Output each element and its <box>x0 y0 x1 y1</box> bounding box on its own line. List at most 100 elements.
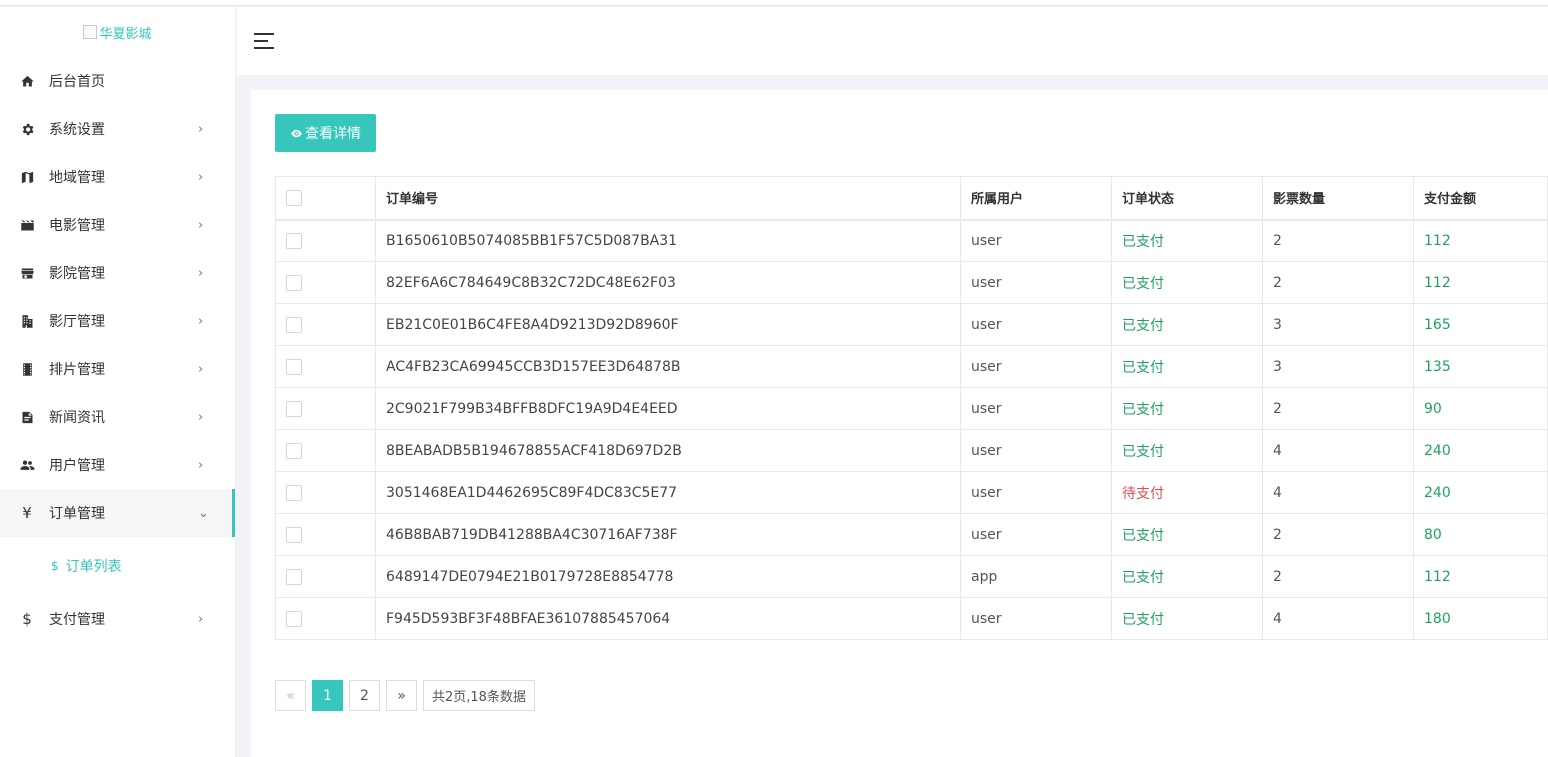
next-page-button[interactable]: » <box>386 680 417 711</box>
amount-cell: 112 <box>1413 555 1548 598</box>
status-cell: 已支付 <box>1111 345 1263 388</box>
row-checkbox[interactable] <box>286 232 302 249</box>
sidebar-item-label: 后台首页 <box>49 74 105 90</box>
table-row[interactable]: 46B8BAB719DB41288BA4C30716AF738F user 已支付 2… <box>275 513 1548 556</box>
header-status[interactable]: 订单状态 <box>1111 176 1263 221</box>
header-order-no[interactable]: 订单编号 <box>375 176 961 221</box>
sidebar-item-2[interactable]: 地域管理 › <box>0 153 235 201</box>
row-select-cell <box>275 345 376 388</box>
ticket-count-cell: 4 <box>1262 429 1414 472</box>
row-checkbox[interactable] <box>286 442 302 459</box>
home-icon <box>19 73 35 89</box>
dollar-icon: $ <box>22 610 32 628</box>
content-card: 查看详情 订单编号 所属用户 订单状态 影票数量 支付金额 B1650610B5… <box>251 90 1548 757</box>
ticket-count-cell: 2 <box>1262 219 1414 262</box>
chevron-right-icon: › <box>198 457 204 473</box>
header-amount[interactable]: 支付金额 <box>1413 176 1548 221</box>
amount-cell: 165 <box>1413 303 1548 346</box>
top-header <box>237 7 1548 75</box>
table-row[interactable]: EB21C0E01B6C4FE8A4D9213D92D8960F user 已支付 3… <box>275 303 1548 346</box>
select-all-checkbox[interactable] <box>286 189 302 206</box>
user-cell: user <box>960 219 1112 262</box>
row-checkbox[interactable] <box>286 316 302 333</box>
table-body: B1650610B5074085BB1F57C5D087BA31 user 已支付 2… <box>275 219 1548 640</box>
row-checkbox[interactable] <box>286 526 302 543</box>
header-ticket-count[interactable]: 影票数量 <box>1262 176 1414 221</box>
prev-page-button[interactable]: « <box>275 680 306 711</box>
order-no-cell: 82EF6A6C784649C8B32C72DC48E62F03 <box>375 261 961 304</box>
ticket-count-cell: 2 <box>1262 387 1414 430</box>
sidebar-item-5[interactable]: 影厅管理 › <box>0 297 235 345</box>
chevron-right-icon: › <box>198 409 204 425</box>
table-row[interactable]: B1650610B5074085BB1F57C5D087BA31 user 已支付 2… <box>275 219 1548 262</box>
table-row[interactable]: 2C9021F799B34BFFB8DFC19A9D4E4EED user 已支付 2… <box>275 387 1548 430</box>
logo-alt-text: 华夏影城 <box>99 26 152 42</box>
sidebar-item-6[interactable]: 排片管理 › <box>0 345 235 393</box>
dollar-icon: $ <box>51 559 59 573</box>
row-checkbox[interactable] <box>286 610 302 627</box>
table-row[interactable]: AC4FB23CA69945CCB3D157EE3D64878B user 已支付 3… <box>275 345 1548 388</box>
user-cell: user <box>960 345 1112 388</box>
row-checkbox[interactable] <box>286 568 302 585</box>
view-detail-button[interactable]: 查看详情 <box>275 114 376 152</box>
row-checkbox[interactable] <box>286 484 302 501</box>
table-row[interactable]: 8BEABADB5B194678855ACF418D697D2B user 已支付 4… <box>275 429 1548 472</box>
menu-toggle-icon[interactable] <box>254 33 274 49</box>
sidebar-item-label: 电影管理 <box>49 218 105 234</box>
ticket-count-cell: 4 <box>1262 597 1414 640</box>
ticket-count-cell: 3 <box>1262 345 1414 388</box>
row-checkbox[interactable] <box>286 400 302 417</box>
sidebar-item-label: 地域管理 <box>49 170 105 186</box>
user-cell: app <box>960 555 1112 598</box>
sidebar-item-label: 影院管理 <box>49 266 105 282</box>
orders-table: 订单编号 所属用户 订单状态 影票数量 支付金额 B1650610B507408… <box>275 176 1548 640</box>
table-row[interactable]: 3051468EA1D4462695C89F4DC83C5E77 user 待支付 4… <box>275 471 1548 514</box>
sidebar-item-1[interactable]: 系统设置 › <box>0 105 235 153</box>
order-no-cell: B1650610B5074085BB1F57C5D087BA31 <box>375 219 961 262</box>
status-cell: 已支付 <box>1111 555 1263 598</box>
row-select-cell <box>275 513 376 556</box>
sidebar-item-7[interactable]: 新闻资讯 › <box>0 393 235 441</box>
status-cell: 已支付 <box>1111 387 1263 430</box>
sidebar-item-8[interactable]: 用户管理 › <box>0 441 235 489</box>
building-icon <box>19 313 35 329</box>
sidebar-item-0[interactable]: 后台首页 <box>0 57 235 105</box>
sidebar-subitem-order-list[interactable]: $ 订单列表 <box>0 537 235 595</box>
broken-image-icon <box>83 25 98 39</box>
row-checkbox[interactable] <box>286 274 302 291</box>
sidebar-item-label: 系统设置 <box>49 122 105 138</box>
page-2-button[interactable]: 2 <box>349 680 380 711</box>
sidebar-nav: 后台首页 系统设置 › 地域管理 › 电影管理 › 影院管理 › 影厅管理 › 排片管理 › 新闻资讯 › 用… <box>0 57 235 643</box>
row-select-cell <box>275 219 376 262</box>
row-select-cell <box>275 597 376 640</box>
status-cell: 已支付 <box>1111 219 1263 262</box>
table-row[interactable]: 82EF6A6C784649C8B32C72DC48E62F03 user 已支付 2… <box>275 261 1548 304</box>
sidebar-item-9[interactable]: ¥ 订单管理 ⌄ <box>0 489 235 537</box>
page-1-button[interactable]: 1 <box>312 680 343 711</box>
table-row[interactable]: F945D593BF3F48BFAE36107885457064 user 已支付 4… <box>275 597 1548 640</box>
status-cell: 已支付 <box>1111 303 1263 346</box>
row-select-cell <box>275 555 376 598</box>
order-no-cell: 6489147DE0794E21B0179728E8854778 <box>375 555 961 598</box>
sidebar-item-label: 影厅管理 <box>49 314 105 330</box>
amount-cell: 112 <box>1413 261 1548 304</box>
sidebar-item-3[interactable]: 电影管理 › <box>0 201 235 249</box>
sidebar-item-4[interactable]: 影院管理 › <box>0 249 235 297</box>
gear-icon <box>19 121 35 137</box>
ticket-count-cell: 4 <box>1262 471 1414 514</box>
amount-cell: 90 <box>1413 387 1548 430</box>
chevron-right-icon: › <box>198 217 204 233</box>
order-no-cell: 8BEABADB5B194678855ACF418D697D2B <box>375 429 961 472</box>
pagination: « 1 2 » 共2页,18条数据 <box>275 680 535 711</box>
row-checkbox[interactable] <box>286 358 302 375</box>
sidebar-item-label: 订单管理 <box>49 506 105 522</box>
ticket-count-cell: 2 <box>1262 555 1414 598</box>
ticket-count-cell: 3 <box>1262 303 1414 346</box>
table-row[interactable]: 6489147DE0794E21B0179728E8854778 app 已支付 2 1… <box>275 555 1548 598</box>
chevron-right-icon: › <box>198 265 204 281</box>
header-user[interactable]: 所属用户 <box>960 176 1112 221</box>
logo[interactable]: 华夏影城 <box>0 7 235 57</box>
sidebar-item-10[interactable]: $ 支付管理 › <box>0 595 235 643</box>
user-cell: user <box>960 387 1112 430</box>
status-cell: 待支付 <box>1111 471 1263 514</box>
